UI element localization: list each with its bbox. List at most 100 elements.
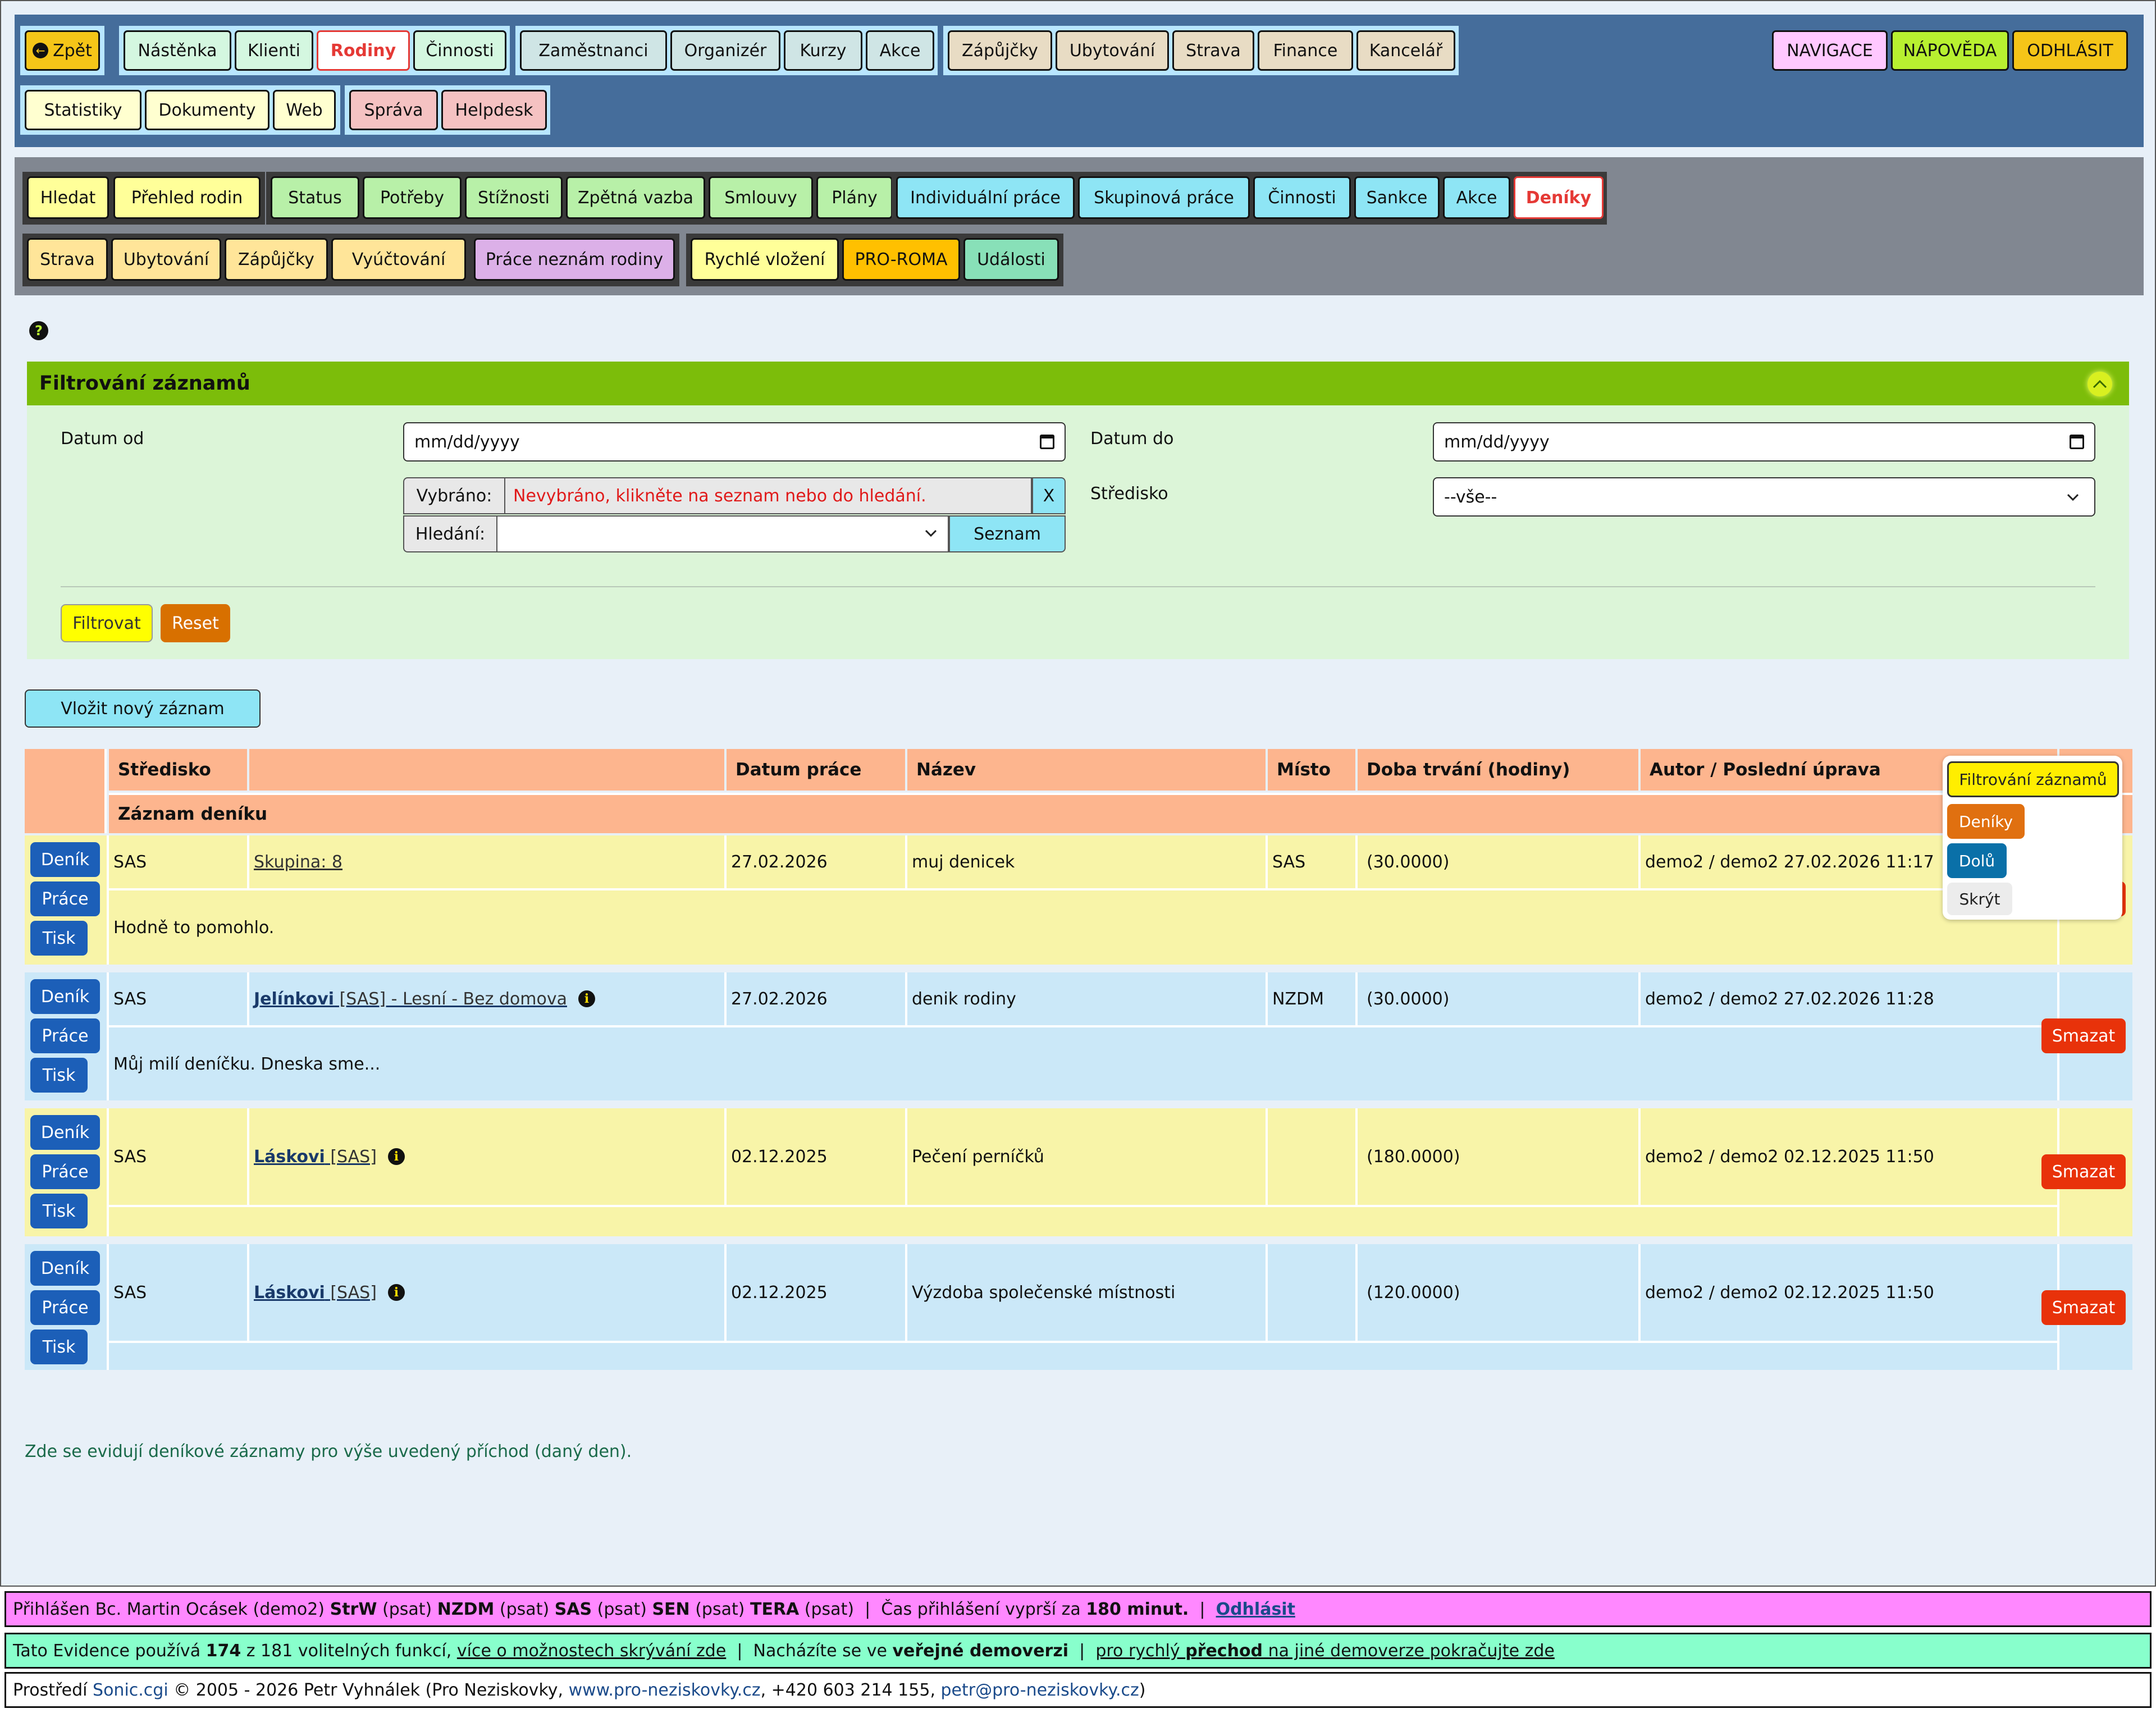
cell-nazev: muj denicek	[912, 852, 1015, 872]
nav-zapujcky[interactable]: Zápůjčky	[948, 30, 1052, 71]
cell-note	[109, 1207, 2057, 1236]
subnav-hledat[interactable]: Hledat	[27, 176, 109, 219]
nav-akce[interactable]: Akce	[866, 30, 934, 71]
search-select[interactable]	[496, 515, 949, 552]
nav-ubytovani[interactable]: Ubytování	[1056, 30, 1169, 71]
clear-selection-button[interactable]: X	[1032, 477, 1066, 514]
back-button[interactable]: ← Zpět	[25, 30, 100, 71]
floating-down-button[interactable]: Dolů	[1947, 843, 2007, 878]
subnav-stiznosti[interactable]: Stížnosti	[465, 176, 563, 219]
subnav-cinnosti[interactable]: Činnosti	[1253, 176, 1351, 219]
floating-deniky-button[interactable]: Deníky	[1947, 804, 2025, 839]
smazat-button[interactable]: Smazat	[2041, 1290, 2126, 1325]
subnav-plany[interactable]: Plány	[816, 176, 893, 219]
tisk-button[interactable]: Tisk	[30, 921, 88, 956]
group-link[interactable]: Skupina: 8	[254, 852, 342, 872]
family-link[interactable]: Láskovi [SAS]	[254, 1147, 377, 1167]
filter-button[interactable]: Filtrovat	[61, 604, 153, 642]
sonic-link[interactable]: Sonic.cgi	[93, 1680, 168, 1700]
tisk-button[interactable]: Tisk	[30, 1330, 88, 1364]
denik-button[interactable]: Deník	[30, 842, 100, 877]
family-name: Jelínkovi	[254, 989, 335, 1009]
logout-button[interactable]: ODHLÁSIT	[2012, 30, 2128, 71]
nav-dokumenty[interactable]: Dokumenty	[145, 90, 270, 130]
info-icon[interactable]: i	[387, 1148, 405, 1165]
demo-switch-link[interactable]: pro rychlý přechod na jiné demoverze pok…	[1095, 1641, 1555, 1661]
tisk-button[interactable]: Tisk	[30, 1058, 88, 1093]
help-button[interactable]: NÁPOVĚDA	[1891, 30, 2009, 71]
question-circle-icon[interactable]: ?	[29, 321, 48, 340]
calendar-icon[interactable]	[2070, 435, 2084, 449]
nav-finance[interactable]: Finance	[1258, 30, 1353, 71]
subnav-zapujcky[interactable]: Zápůjčky	[225, 238, 328, 281]
footer1-text: Přihlášen Bc. Martin Ocásek (demo2)	[13, 1599, 330, 1619]
reset-button[interactable]: Reset	[161, 604, 230, 642]
nav-statistiky[interactable]: Statistiky	[25, 90, 141, 130]
footer3-text: , +420 603 214 155,	[760, 1680, 941, 1700]
subnav-strava[interactable]: Strava	[27, 238, 108, 281]
denik-button[interactable]: Deník	[30, 1115, 100, 1150]
nav-sprava[interactable]: Správa	[349, 90, 438, 130]
nav-kancelar[interactable]: Kancelář	[1356, 30, 1455, 71]
smazat-button[interactable]: Smazat	[2041, 1154, 2126, 1189]
subnav-status[interactable]: Status	[271, 176, 359, 219]
nav-organizer[interactable]: Organizér	[670, 30, 780, 71]
date-to-input[interactable]: mm/dd/yyyy	[1433, 422, 2095, 462]
subnav-sankce[interactable]: Sankce	[1354, 176, 1440, 219]
subnav-potreby[interactable]: Potřeby	[363, 176, 462, 219]
center-select[interactable]: --vše--	[1433, 477, 2095, 517]
subnav-pro-roma[interactable]: PRO-ROMA	[842, 238, 960, 281]
subnav-vyuctovani[interactable]: Vyúčtování	[331, 238, 466, 281]
subnav-smlouvy[interactable]: Smlouvy	[709, 176, 813, 219]
new-record-button[interactable]: Vložit nový záznam	[25, 689, 261, 728]
subnav-akce[interactable]: Akce	[1443, 176, 1510, 219]
cell-datum: 27.02.2026	[731, 852, 828, 872]
subnav-prehled-rodin[interactable]: Přehled rodin	[113, 176, 261, 219]
subnav-zpetna-vazba[interactable]: Zpětná vazba	[566, 176, 705, 219]
calendar-icon[interactable]	[1040, 435, 1054, 449]
nav-klienti[interactable]: Klienti	[235, 30, 313, 71]
family-link[interactable]: Jelínkovi [SAS] - Lesní - Bez domova	[254, 989, 567, 1009]
filter-header[interactable]: Filtrování záznamů	[27, 362, 2129, 405]
prace-button[interactable]: Práce	[30, 1154, 100, 1189]
chevron-up-icon[interactable]	[2088, 372, 2112, 396]
hiding-options-link[interactable]: více o možnostech skrývání zde	[457, 1641, 726, 1661]
subnav-rychle-vlozeni[interactable]: Rychlé vložení	[691, 238, 839, 281]
nav-helpdesk[interactable]: Helpdesk	[441, 90, 547, 130]
nav-kurzy[interactable]: Kurzy	[784, 30, 862, 71]
list-button[interactable]: Seznam	[949, 515, 1066, 552]
floating-filter-button[interactable]: Filtrování záznamů	[1947, 761, 2119, 797]
cell-stredisko: SAS	[113, 852, 147, 872]
prace-button[interactable]: Práce	[30, 1018, 100, 1053]
subnav-udalosti[interactable]: Události	[963, 238, 1059, 281]
header-misto: Místo	[1268, 749, 1355, 791]
tisk-button[interactable]: Tisk	[30, 1194, 88, 1228]
cell-doba: (180.0000)	[1367, 1146, 1460, 1167]
footer2-text: |	[1068, 1641, 1096, 1661]
nav-rodiny[interactable]: Rodiny	[317, 30, 410, 71]
website-link[interactable]: www.pro-neziskovky.cz	[569, 1680, 761, 1700]
subnav-ubytovani[interactable]: Ubytování	[111, 238, 221, 281]
denik-button[interactable]: Deník	[30, 1251, 100, 1286]
nav-zamestnanci[interactable]: Zaměstnanci	[520, 30, 667, 71]
denik-button[interactable]: Deník	[30, 979, 100, 1014]
family-link[interactable]: Láskovi [SAS]	[254, 1283, 377, 1303]
prace-button[interactable]: Práce	[30, 1290, 100, 1325]
info-icon[interactable]: i	[387, 1284, 405, 1301]
navigation-button[interactable]: NAVIGACE	[1772, 30, 1888, 71]
footer-logout-link[interactable]: Odhlásit	[1216, 1600, 1295, 1619]
smazat-button[interactable]: Smazat	[2041, 1018, 2126, 1053]
subnav-individualni-prace[interactable]: Individuální práce	[896, 176, 1075, 219]
nav-nastenka[interactable]: Nástěnka	[124, 30, 231, 71]
info-icon[interactable]: i	[578, 990, 595, 1007]
subnav-deniky[interactable]: Deníky	[1514, 176, 1604, 219]
floating-hide-button[interactable]: Skrýt	[1947, 883, 2012, 915]
subnav-skupinova-prace[interactable]: Skupinová práce	[1078, 176, 1250, 219]
email-link[interactable]: petr@pro-neziskovky.cz	[941, 1680, 1139, 1700]
nav-web[interactable]: Web	[273, 90, 336, 130]
nav-strava[interactable]: Strava	[1172, 30, 1254, 71]
prace-button[interactable]: Práce	[30, 881, 100, 916]
date-from-input[interactable]: mm/dd/yyyy	[403, 422, 1066, 462]
nav-cinnosti[interactable]: Činnosti	[413, 30, 506, 71]
subnav-prace-neznam-rodiny[interactable]: Práce neznám rodiny	[474, 238, 675, 281]
